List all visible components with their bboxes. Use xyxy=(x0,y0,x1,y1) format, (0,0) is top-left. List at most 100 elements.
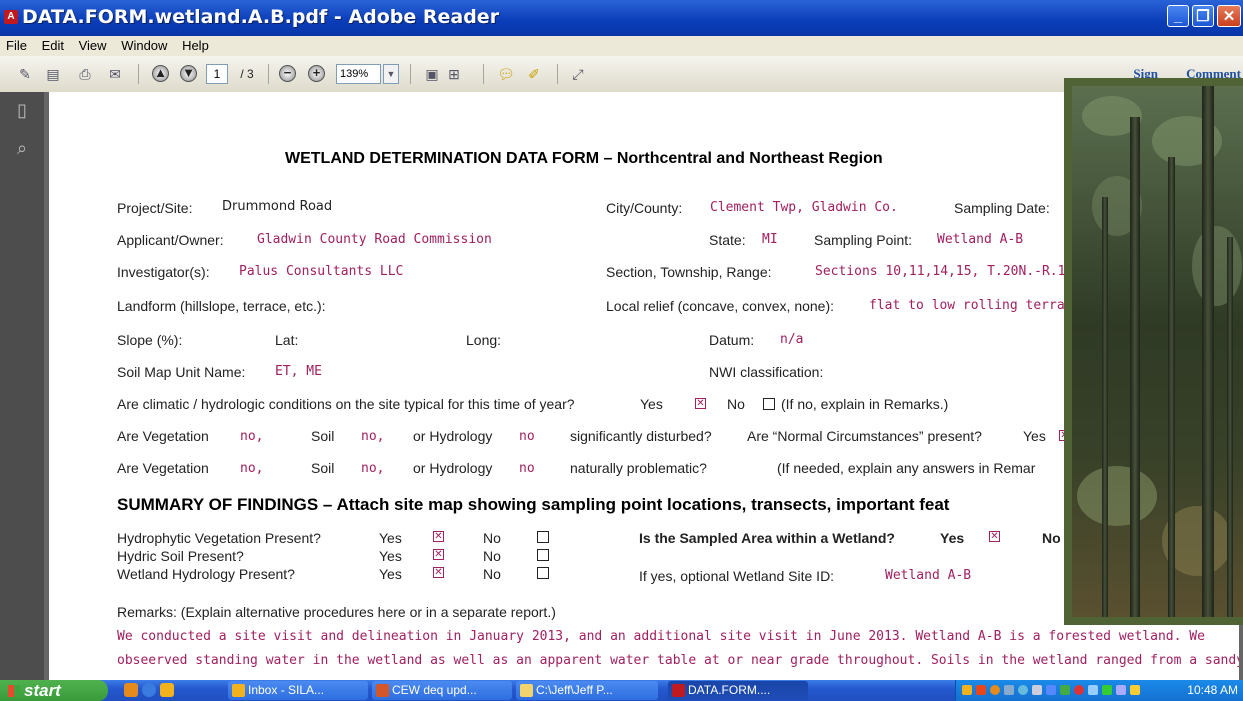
forest-photo xyxy=(1072,86,1243,617)
hydrology-label: or Hydrology xyxy=(413,460,493,476)
hydric-no-label: No xyxy=(483,548,501,564)
normal-circumstances-label: Are “Normal Circumstances” present? xyxy=(747,428,982,444)
city-value: Clement Twp, Gladwin Co. xyxy=(710,200,898,215)
previous-page-icon[interactable]: ▲ xyxy=(152,65,169,82)
full-screen-icon[interactable]: ⤢ xyxy=(568,64,588,84)
next-page-icon[interactable]: ▼ xyxy=(180,65,197,82)
menu-help[interactable]: Help xyxy=(176,36,214,53)
hydro-veg-no-checkbox[interactable] xyxy=(537,531,549,543)
zoom-level-select[interactable]: 139% xyxy=(336,64,381,84)
str-label: Section, Township, Range: xyxy=(606,264,772,280)
tray-app-icon[interactable] xyxy=(1088,685,1098,695)
toolbar-divider xyxy=(268,64,269,84)
remarks-line-2: obseerved standing water in the wetland … xyxy=(117,653,1239,668)
tray-app-icon[interactable] xyxy=(1032,685,1042,695)
minimize-button[interactable]: _ xyxy=(1167,5,1189,27)
internet-explorer-icon[interactable] xyxy=(142,683,156,697)
page-thumbnails-icon[interactable]: ▯ xyxy=(12,100,32,122)
tray-network-icon[interactable] xyxy=(1018,685,1028,695)
adobe-reader-window: A DATA.FORM.wetland.A.B.pdf - Adobe Read… xyxy=(0,0,1243,701)
slope-label: Slope (%): xyxy=(117,332,183,348)
datum-value: n/a xyxy=(780,332,804,347)
site-id-label: If yes, optional Wetland Site ID: xyxy=(639,568,835,584)
hydric-no-checkbox[interactable] xyxy=(537,549,549,561)
soil-label: Soil xyxy=(311,428,335,444)
applicant-value: Gladwin County Road Commission xyxy=(257,232,492,247)
maximize-button[interactable]: ❐ xyxy=(1192,5,1214,27)
relief-label: Local relief (concave, convex, none): xyxy=(606,298,835,314)
navigation-pane: ▯ ⌕ xyxy=(0,92,44,680)
tray-app-icon[interactable] xyxy=(990,685,1000,695)
hydrology-label: or Hydrology xyxy=(413,428,493,444)
tray-app-icon[interactable] xyxy=(1046,685,1056,695)
soil-map-label: Soil Map Unit Name: xyxy=(117,364,246,380)
tray-volume-icon[interactable] xyxy=(1130,685,1140,695)
wetland-hydro-no-checkbox[interactable] xyxy=(537,567,549,579)
climatic-no-checkbox[interactable] xyxy=(763,398,775,410)
menu-file[interactable]: File xyxy=(0,36,32,53)
state-value: MI xyxy=(762,232,778,247)
task-adobe-reader[interactable]: DATA.FORM.... xyxy=(668,681,808,700)
tray-app-icon[interactable] xyxy=(1102,685,1112,695)
comment-note-icon[interactable]: 💬︎ xyxy=(496,64,516,84)
adobe-app-icon: A xyxy=(4,10,18,24)
wetland-hydrology-question: Wetland Hydrology Present? xyxy=(117,566,295,582)
save-icon[interactable]: ▤ xyxy=(44,64,62,84)
title-bar[interactable]: A DATA.FORM.wetland.A.B.pdf - Adobe Read… xyxy=(0,0,1243,36)
tray-app-icon[interactable] xyxy=(1074,685,1084,695)
create-pdf-icon[interactable]: ✎ xyxy=(16,64,34,84)
normal-yes-label: Yes xyxy=(1023,428,1046,444)
landform-label: Landform (hillslope, terrace, etc.): xyxy=(117,298,326,314)
quicklaunch-icon[interactable] xyxy=(124,683,138,697)
toolbar-divider xyxy=(483,64,484,84)
hydric-yes-checkbox[interactable] xyxy=(433,549,444,560)
fit-width-icon[interactable]: ⊞ xyxy=(444,64,464,84)
sampling-point-label: Sampling Point: xyxy=(814,232,913,248)
attachments-icon[interactable]: ⌕ xyxy=(12,138,32,160)
hydric-yes-label: Yes xyxy=(379,548,402,564)
menu-view[interactable]: View xyxy=(73,36,112,53)
site-id-value: Wetland A-B xyxy=(885,568,972,583)
naturally-problematic-label: naturally problematic? xyxy=(570,460,707,476)
sampling-date-label: Sampling Date: xyxy=(954,200,1050,216)
close-button[interactable]: ✕ xyxy=(1217,5,1241,27)
tray-mail-icon[interactable] xyxy=(962,685,972,695)
hydro-veg-yes-label: Yes xyxy=(379,530,402,546)
tray-app-icon[interactable] xyxy=(976,685,986,695)
task-powerpoint[interactable]: CEW deq upd... xyxy=(372,681,512,700)
tray-app-icon[interactable] xyxy=(1116,685,1126,695)
start-button[interactable]: start xyxy=(0,680,108,701)
page-number-input[interactable]: 1 xyxy=(206,64,228,84)
long-label: Long: xyxy=(466,332,502,348)
task-explorer[interactable]: C:\Jeff\Jeff P... xyxy=(516,681,658,700)
task-inbox[interactable]: Inbox - SILA... xyxy=(228,681,368,700)
email-icon[interactable]: ✉ xyxy=(104,64,126,84)
zoom-out-icon[interactable]: − xyxy=(279,65,296,82)
sampling-point-value: Wetland A-B xyxy=(937,232,1024,247)
nwi-label: NWI classification: xyxy=(709,364,824,380)
hydro-veg-yes-checkbox[interactable] xyxy=(433,531,444,542)
menu-window[interactable]: Window xyxy=(115,36,172,53)
climatic-yes-checkbox[interactable] xyxy=(695,398,706,409)
zoom-dropdown-icon[interactable]: ▼ xyxy=(383,64,399,84)
tray-app-icon[interactable] xyxy=(1004,685,1014,695)
zoom-in-icon[interactable]: + xyxy=(308,65,325,82)
tray-app-icon[interactable] xyxy=(1060,685,1070,695)
wetland-hydro-yes-checkbox[interactable] xyxy=(433,567,444,578)
highlight-icon[interactable]: ✐ xyxy=(524,64,544,84)
powerpoint-task-icon xyxy=(376,684,389,697)
veg-label: Are Vegetation xyxy=(117,428,209,444)
within-wetland-yes-label: Yes xyxy=(940,530,965,546)
menu-edit[interactable]: Edit xyxy=(36,36,69,53)
within-wetland-yes-checkbox[interactable] xyxy=(989,531,1000,542)
hydro-veg-no-label: No xyxy=(483,530,501,546)
outlook-icon[interactable] xyxy=(160,683,174,697)
wetland-hydro-no-label: No xyxy=(483,566,501,582)
remarks-label: Remarks: (Explain alternative procedures… xyxy=(117,604,556,620)
within-wetland-no-label: No xyxy=(1042,530,1061,546)
str-value: Sections 10,11,14,15, T.20N.-R.1E xyxy=(815,264,1074,279)
soil-disturbed-value: no, xyxy=(361,429,385,444)
print-icon[interactable]: ⎙ xyxy=(74,64,96,84)
fit-page-icon[interactable]: ▣ xyxy=(422,64,442,84)
system-clock[interactable]: 10:48 AM xyxy=(1187,680,1238,701)
